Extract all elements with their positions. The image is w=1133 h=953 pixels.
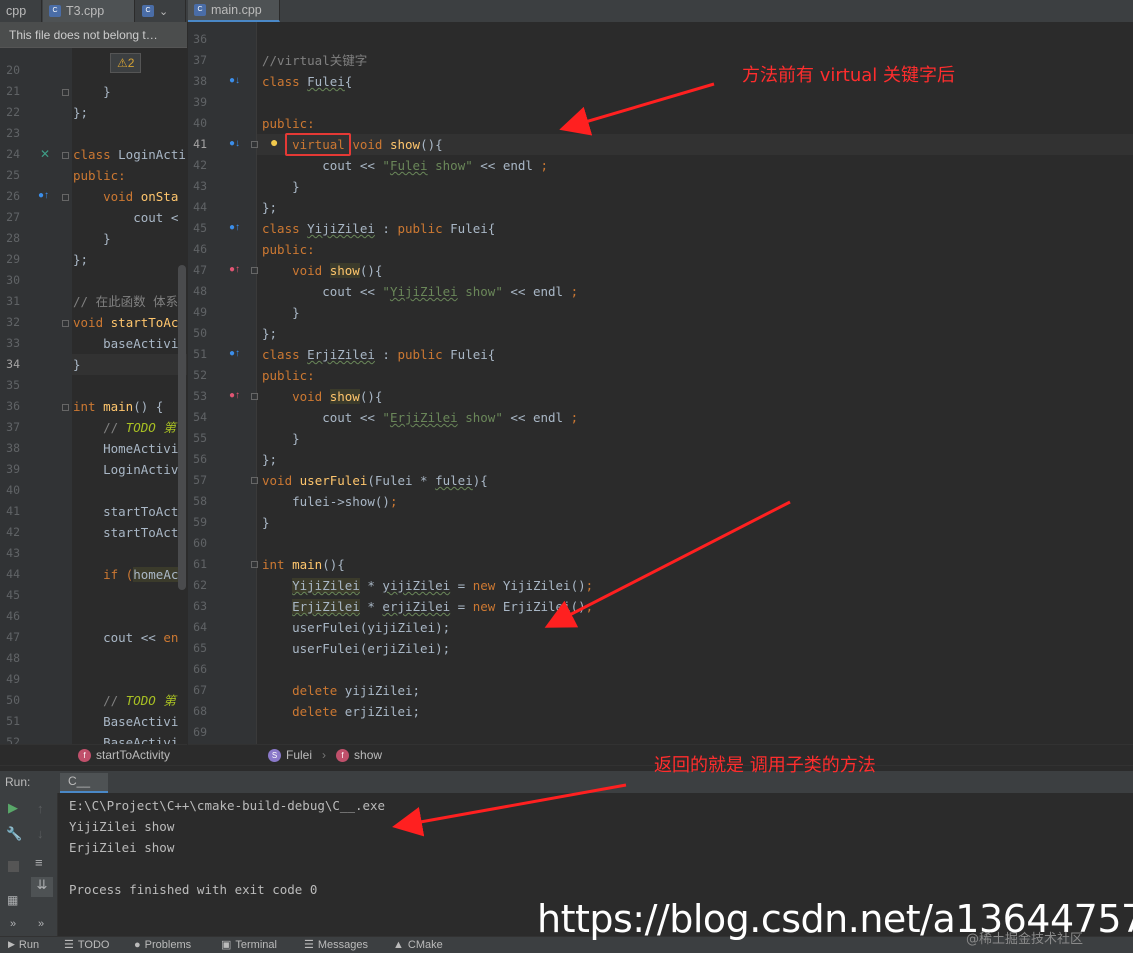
annotation-arrow: [392, 783, 627, 837]
annotation-arrow: [544, 500, 791, 628]
watermark-juejin: @稀土掘金技术社区: [966, 932, 1084, 947]
annotation-arrow: [559, 82, 715, 136]
annotation-arrows: [392, 82, 791, 837]
